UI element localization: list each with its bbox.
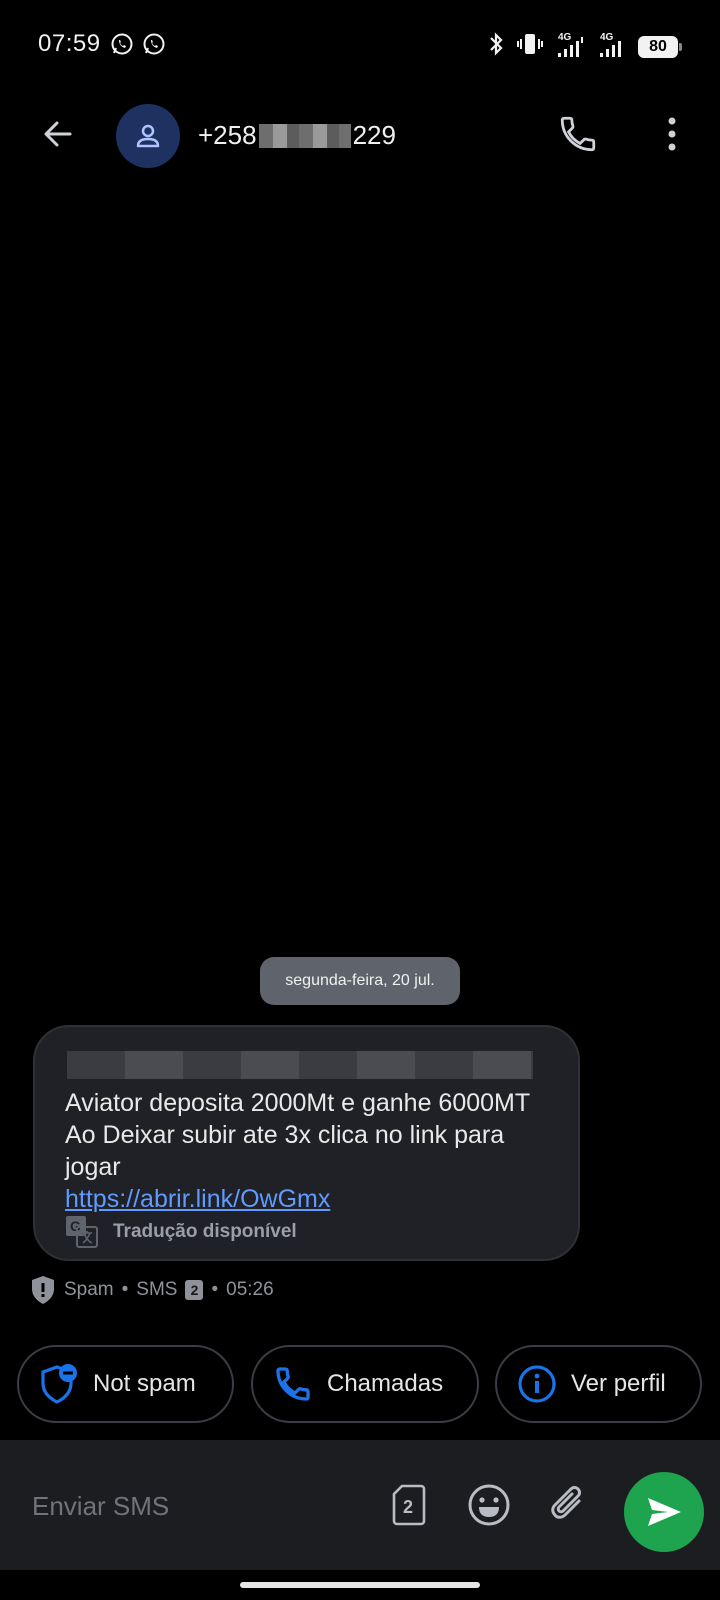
battery-indicator: 80 — [638, 35, 682, 58]
paperclip-icon — [551, 1486, 581, 1519]
date-separator: segunda-feira, 20 jul. — [260, 957, 460, 1005]
translation-row[interactable]: G Tradução disponível — [65, 1215, 297, 1249]
spam-label: Spam — [64, 1279, 114, 1300]
avatar[interactable] — [116, 104, 180, 168]
not-spam-button[interactable]: Not spam — [17, 1345, 234, 1423]
status-bar: 07:59 4G 4G 80 — [0, 0, 720, 90]
spam-shield-icon — [32, 1276, 54, 1304]
phone-icon — [276, 1367, 310, 1401]
meta-separator: • — [121, 1279, 129, 1300]
send-icon — [648, 1498, 681, 1526]
notification-icons — [110, 32, 166, 61]
calls-button[interactable]: Chamadas — [251, 1345, 479, 1423]
message-bubble[interactable]: Aviator deposita 2000Mt e ganhe 6000MT A… — [33, 1025, 580, 1261]
home-indicator[interactable] — [240, 1582, 480, 1588]
attach-button[interactable] — [542, 1478, 596, 1532]
shield-remove-icon — [41, 1364, 77, 1404]
signal-4g-icon: 4G — [596, 32, 628, 59]
info-icon — [518, 1365, 556, 1403]
bluetooth-icon — [486, 32, 506, 61]
arrow-left-icon — [44, 121, 72, 147]
sim-card-icon: 2 — [392, 1484, 426, 1526]
contact-number[interactable]: +258 229 — [198, 120, 396, 151]
svg-text:2: 2 — [403, 1497, 413, 1517]
message-input[interactable] — [32, 1476, 362, 1536]
translate-icon: G — [66, 1216, 98, 1248]
vibrate-icon — [516, 32, 544, 61]
emoji-button[interactable] — [462, 1478, 516, 1532]
back-button[interactable] — [30, 106, 86, 162]
status-time: 07:59 — [38, 30, 101, 57]
view-profile-button[interactable]: Ver perfil — [495, 1345, 702, 1423]
person-icon — [136, 124, 160, 148]
emoji-icon — [468, 1484, 510, 1526]
message-text: Aviator deposita 2000Mt e ganhe 6000MT A… — [65, 1087, 545, 1215]
phone-icon — [560, 116, 596, 152]
compose-bar: 2 — [0, 1440, 720, 1570]
sim-2-icon: 2 — [185, 1280, 204, 1300]
more-options-button[interactable] — [648, 108, 696, 160]
redacted-digits — [258, 123, 351, 148]
messages-app: 07:59 4G 4G 80 +258 229 segunda-feira, 2… — [0, 0, 720, 1600]
redacted-line — [67, 1051, 533, 1079]
translation-label: Tradução disponível — [113, 1221, 297, 1242]
message-meta: Spam • SMS 2 • 05:26 — [30, 1275, 274, 1305]
sim-select-button[interactable]: 2 — [382, 1478, 436, 1532]
message-time: 05:26 — [226, 1279, 274, 1300]
more-vert-icon — [668, 117, 676, 151]
whatsapp-icon — [142, 32, 166, 61]
message-link[interactable]: https://abrir.link/OwGmx — [65, 1183, 545, 1215]
conversation-header: +258 229 — [0, 96, 720, 176]
send-button[interactable] — [624, 1472, 704, 1552]
meta-separator: • — [211, 1279, 219, 1300]
call-button[interactable] — [552, 108, 604, 160]
system-icons: 4G 4G 80 — [486, 32, 682, 61]
channel-label: SMS — [136, 1279, 178, 1300]
whatsapp-icon — [110, 32, 134, 61]
signal-4g-icon: 4G — [554, 32, 586, 59]
